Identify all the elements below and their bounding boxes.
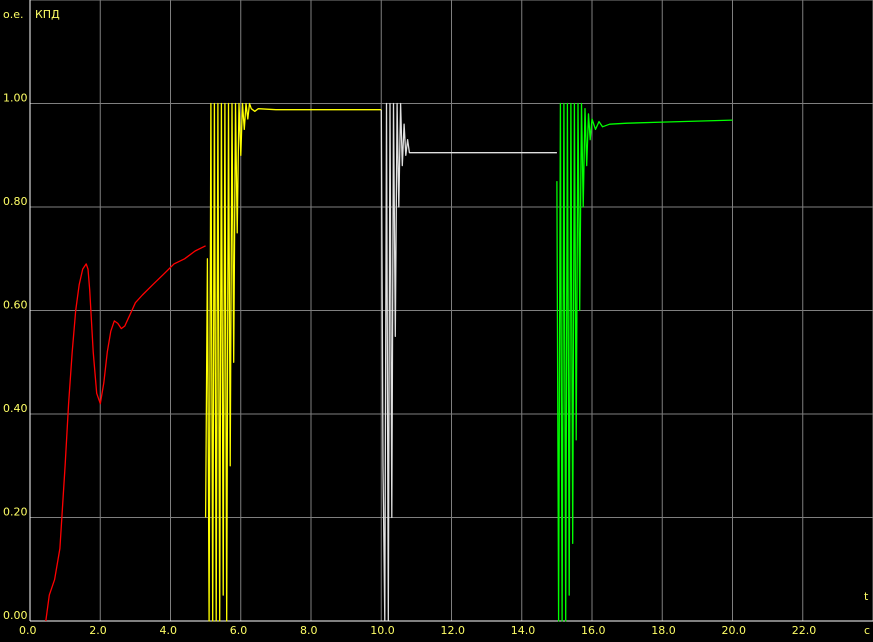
x-tick-label: 0.0 — [19, 624, 37, 637]
x-tick-label: 14.0 — [511, 624, 536, 637]
y-tick-label: 0.80 — [3, 195, 28, 208]
x-axis-label: t — [864, 590, 869, 603]
y-unit-label: о.е. — [3, 8, 24, 21]
series-line-1 — [45, 245, 206, 622]
x-tick-label: 16.0 — [581, 624, 606, 637]
x-tick-label: 22.0 — [792, 624, 817, 637]
chart: 0.00 0.20 0.40 0.60 0.80 1.00 0.0 2.0 4.0 6.0 8.0 1… — [0, 0, 873, 642]
tick-labels: 0.00 0.20 0.40 0.60 0.80 1.00 0.0 2.0 4.0 6.0 8.0 1… — [3, 92, 816, 638]
y-tick-label: 0.00 — [3, 609, 28, 622]
x-tick-label: 20.0 — [722, 624, 747, 637]
x-tick-label: 6.0 — [230, 624, 248, 637]
x-tick-label: 8.0 — [300, 624, 318, 637]
y-tick-label: 0.40 — [3, 402, 28, 415]
chart-title: КПД — [35, 8, 60, 21]
x-tick-label: 10.0 — [370, 624, 395, 637]
y-tick-label: 0.20 — [3, 506, 28, 519]
y-tick-label: 1.00 — [3, 92, 28, 105]
series-line-4 — [556, 102, 733, 622]
x-axis-unit: с — [864, 624, 870, 637]
series-line-2 — [204, 102, 382, 622]
x-tick-label: 4.0 — [160, 624, 178, 637]
series-line-3 — [380, 102, 557, 622]
x-tick-label: 18.0 — [651, 624, 676, 637]
y-tick-label: 0.60 — [3, 299, 28, 312]
grid — [30, 0, 873, 621]
x-tick-label: 2.0 — [89, 624, 107, 637]
x-tick-label: 12.0 — [441, 624, 466, 637]
series-group — [45, 102, 733, 622]
